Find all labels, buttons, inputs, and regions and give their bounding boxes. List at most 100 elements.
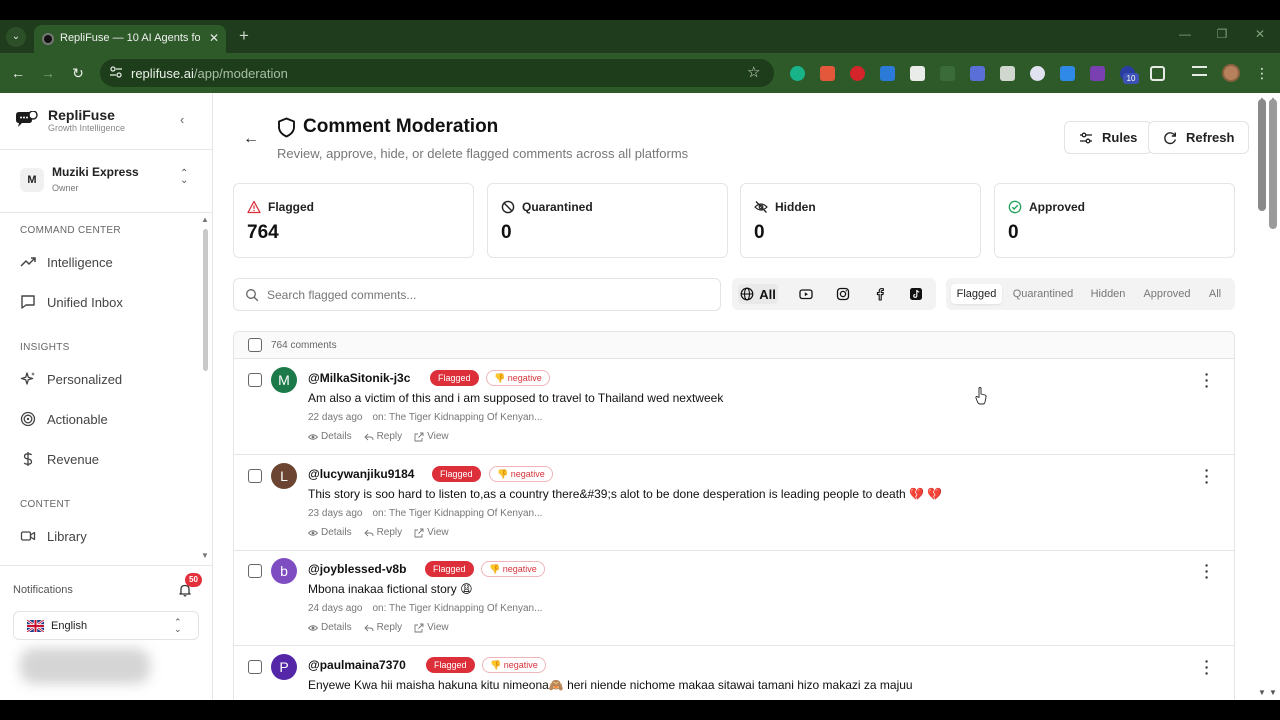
page-scrollbar[interactable] [1258,99,1266,211]
sidebar-item-unified-inbox[interactable]: Unified Inbox [20,291,123,313]
back-nav-icon[interactable]: ← [8,63,28,83]
page-scroll-down-icon[interactable]: ▼ [1269,688,1277,697]
row-checkbox[interactable] [248,660,262,674]
scroll-down-icon[interactable]: ▼ [201,551,209,560]
extension-icon[interactable] [970,66,985,81]
stat-label: Quarantined [522,200,593,214]
language-select[interactable]: English ⌃ ⌄ [13,611,199,640]
reload-icon[interactable]: ↻ [68,63,88,83]
comment-text: This story is soo hard to listen to,as a… [308,487,943,501]
stat-card-hidden[interactable]: Hidden 0 [740,183,981,258]
new-tab-button[interactable]: + [235,25,253,47]
status-tab-flagged[interactable]: Flagged [951,284,1002,304]
extension-icon[interactable] [1000,66,1015,81]
globe-icon [740,287,754,301]
status-tab-hidden[interactable]: Hidden [1085,284,1131,304]
reply-button[interactable]: Reply [363,527,402,538]
sidebar-item-actionable[interactable]: Actionable [20,408,108,430]
chevrons-up-down-icon: ⌃ ⌄ [180,168,189,186]
extension-icon[interactable] [1090,66,1105,81]
extension-icon[interactable] [880,66,895,81]
browser-tab[interactable]: RepliFuse — 10 AI Agents for C ✕ [34,25,226,53]
extension-icon[interactable] [850,66,865,81]
stat-card-flagged[interactable]: Flagged 764 [233,183,474,258]
close-window-button[interactable]: ✕ [1251,27,1269,41]
reply-button[interactable]: Reply [363,622,402,633]
address-bar[interactable]: replifuse.ai/app/moderation ☆ [100,59,774,87]
sidebar-item-personalized[interactable]: Personalized [20,368,122,390]
details-button[interactable]: Details [308,622,352,633]
rules-button-label: Rules [1102,130,1138,145]
sidebar-item-intelligence[interactable]: Intelligence [20,251,113,273]
back-arrow-icon[interactable]: ← [243,130,259,148]
blurred-user-profile[interactable] [20,648,150,684]
sidebar-scrollbar[interactable] [203,229,208,371]
extension-icon[interactable] [790,66,805,81]
platform-youtube-button[interactable] [796,284,816,304]
extension-icon[interactable] [1060,66,1075,81]
details-button[interactable]: Details [308,431,352,442]
more-options-icon[interactable]: · · · [1203,367,1211,393]
workspace-name: Muziki Express [52,165,139,179]
status-tab-all[interactable]: All [1202,284,1228,304]
avatar: P [271,654,297,680]
view-button[interactable]: View [414,622,449,633]
details-button[interactable]: Details [308,527,352,538]
status-tab-approved[interactable]: Approved [1139,284,1195,304]
comment-author: @paulmaina7370 [308,658,406,672]
row-checkbox[interactable] [248,373,262,387]
minimize-window-button[interactable]: — [1176,27,1194,41]
maximize-window-button[interactable]: ❐ [1213,27,1231,41]
page-scroll-down-icon[interactable]: ▼ [1258,688,1266,697]
extension-icon[interactable] [940,66,955,81]
view-button[interactable]: View [414,431,449,442]
profile-avatar[interactable] [1222,64,1240,82]
search-input[interactable] [267,286,707,304]
comment-text: Am also a victim of this and i am suppos… [308,391,724,405]
platform-all-button[interactable]: All [738,284,778,304]
refresh-button[interactable]: Refresh [1148,121,1250,154]
brand-tagline: Growth Intelligence [48,123,126,133]
browser-menu-icon[interactable]: ⋮ [1252,63,1272,83]
page-scrollbar[interactable] [1269,99,1277,229]
facebook-icon [876,288,884,301]
tab-search-button[interactable]: ⌄ [6,27,26,47]
select-all-checkbox[interactable] [248,338,262,352]
reply-button[interactable]: Reply [363,431,402,442]
extension-icon[interactable] [910,66,925,81]
sidebar-item-library[interactable]: Library [20,525,87,547]
sidebar-item-revenue[interactable]: Revenue [20,448,99,470]
site-settings-icon[interactable] [109,65,123,79]
comments-list: 764 comments M @MilkaSitonik-j3c Flagged… [233,331,1235,700]
status-tab-quarantined[interactable]: Quarantined [1009,284,1077,304]
scroll-up-icon[interactable]: ▲ [201,215,209,224]
platform-tiktok-button[interactable] [906,284,926,304]
platform-instagram-button[interactable] [833,284,853,304]
stat-card-approved[interactable]: Approved 0 [994,183,1235,258]
shield-icon [278,117,295,138]
rules-button[interactable]: Rules [1064,121,1153,154]
chevrons-up-down-icon: ⌃ ⌄ [174,617,182,634]
row-checkbox[interactable] [248,564,262,578]
row-checkbox[interactable] [248,469,262,483]
comment-author: @MilkaSitonik-j3c [308,371,411,385]
extensions-puzzle-icon[interactable] [1150,66,1165,81]
mouse-cursor-icon [975,387,987,405]
tab-close-icon[interactable]: ✕ [206,30,222,46]
more-options-icon[interactable]: · · · [1203,654,1211,680]
view-button[interactable]: View [414,527,449,538]
forward-nav-icon[interactable]: → [38,63,58,83]
collapse-sidebar-chevron-icon[interactable]: ‹ [180,112,184,127]
media-control-icon[interactable] [1192,66,1207,76]
extension-icon[interactable] [1030,66,1045,81]
sparkles-icon [20,372,35,385]
comment-row: b @joyblessed-v8b Flagged 👎 negative Mbo… [234,550,1234,646]
stat-value: 0 [1008,222,1019,243]
extension-icon[interactable] [820,66,835,81]
platform-facebook-button[interactable] [870,284,890,304]
extension-badge: 10 [1123,73,1139,84]
stat-card-quarantined[interactable]: Quarantined 0 [487,183,728,258]
more-options-icon[interactable]: · · · [1203,463,1211,489]
bookmark-star-icon[interactable]: ☆ [747,63,760,81]
more-options-icon[interactable]: · · · [1203,558,1211,584]
